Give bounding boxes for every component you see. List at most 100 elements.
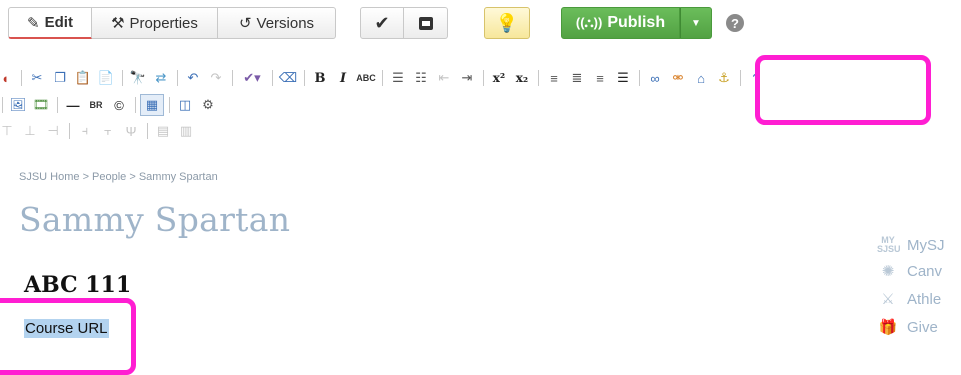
paste-word-icon[interactable]: 📄 xyxy=(95,68,117,88)
horizontal-rule-icon[interactable]: — xyxy=(62,95,84,115)
anchor-icon[interactable]: ⚓ xyxy=(713,68,735,88)
toolbar-separator xyxy=(639,70,640,86)
publish-label: Publish xyxy=(607,14,666,31)
lightbulb-icon: 💡 xyxy=(495,12,519,33)
course-url-highlight xyxy=(0,298,136,375)
bulleted-list-icon[interactable]: ☷ xyxy=(410,68,432,88)
numbered-list-icon[interactable]: ☰ xyxy=(387,68,409,88)
link-icon[interactable]: ∞ xyxy=(644,68,666,88)
toolbar-separator xyxy=(69,123,70,139)
toolbar-separator xyxy=(135,97,136,113)
toolbar-separator xyxy=(382,70,383,86)
table-split-icon[interactable]: ▥ xyxy=(175,121,197,141)
editor-toolbar-row-3: ⊤ ⊥ ⊣ ⫞ ⫟ Ψ ▤ ▥ xyxy=(0,120,198,142)
suggestion-button[interactable]: 💡 xyxy=(484,7,530,39)
insert-page-link-icon[interactable]: ⌂ xyxy=(690,68,712,88)
table-col-after-icon[interactable]: ⫟ xyxy=(97,121,119,141)
editor-toolbar-row-2: 🖼 🎞 — BR © ▦ ◫ ⚙ xyxy=(0,94,220,116)
redo-icon[interactable]: ↷ xyxy=(205,68,227,88)
versions-tab-button[interactable]: ↺ Versions xyxy=(218,7,336,39)
canvas-icon: ✺ xyxy=(881,263,895,280)
align-justify-icon[interactable]: ☰ xyxy=(612,68,634,88)
media-icon[interactable]: 🎞 xyxy=(30,95,52,115)
save-draft-button[interactable] xyxy=(404,7,448,39)
toolbar-separator xyxy=(304,70,305,86)
toolbar-separator xyxy=(122,70,123,86)
help-icon[interactable]: ? xyxy=(726,14,744,32)
find-icon[interactable]: 🔭 xyxy=(127,68,149,88)
history-icon: ↺ xyxy=(238,15,252,32)
side-link-athletics[interactable]: ⚔ Athle xyxy=(877,290,942,309)
template-icon[interactable]: ⚙ xyxy=(197,95,219,115)
align-right-icon[interactable]: ≡ xyxy=(589,68,611,88)
indent-icon[interactable]: ⇥ xyxy=(456,68,478,88)
toolbar-separator xyxy=(2,97,3,113)
edit-label: Edit xyxy=(44,14,73,31)
toolbar-separator xyxy=(232,70,233,86)
bold-icon[interactable]: B xyxy=(309,68,331,88)
tools-icon: ⚒ xyxy=(111,15,125,32)
table-row-after-icon[interactable]: ⊥ xyxy=(19,121,41,141)
help-glyph: ? xyxy=(731,15,739,31)
confirm-button[interactable]: ✔ xyxy=(360,7,404,39)
checkmark-icon: ✔ xyxy=(374,12,390,33)
copy-icon[interactable]: ❐ xyxy=(49,68,71,88)
pencil-icon: ✎ xyxy=(27,14,40,32)
paste-icon[interactable]: 📋 xyxy=(72,68,94,88)
properties-label: Properties xyxy=(129,14,198,32)
breadcrumb[interactable]: SJSU Home > People > Sammy Spartan xyxy=(19,171,218,183)
publish-button[interactable]: ((⛬)) Publish xyxy=(561,7,680,39)
table-row-before-icon[interactable]: ⊤ xyxy=(0,121,18,141)
editor-toolbar-row-1: ◖ ✂ ❐ 📋 📄 🔭 ⇄ ↶ ↷ ✔▾ ⌫ B I ABC ☰ ☷ ⇤ ⇥ x… xyxy=(0,67,768,89)
source-icon[interactable]: ◖ xyxy=(0,68,16,88)
publish-menu-toggle[interactable]: ▼ xyxy=(680,7,712,39)
table-delete-col-icon[interactable]: Ψ xyxy=(120,121,142,141)
properties-tab-button[interactable]: ⚒ Properties xyxy=(92,7,218,39)
toolbar-separator xyxy=(483,70,484,86)
gift-icon: 🎁 xyxy=(878,319,898,336)
page-title: Sammy Spartan xyxy=(19,200,291,239)
spellcheck-icon[interactable]: ✔▾ xyxy=(237,68,267,88)
link-tools-highlight xyxy=(755,55,931,125)
iframe-icon[interactable]: ◫ xyxy=(174,95,196,115)
unlink-icon[interactable]: ⚮ xyxy=(667,68,689,88)
toolbar-separator xyxy=(177,70,178,86)
spell-abc-icon[interactable]: ABC xyxy=(355,68,377,88)
replace-icon[interactable]: ⇄ xyxy=(150,68,172,88)
course-heading: ABC 111 xyxy=(24,272,132,298)
undo-icon[interactable]: ↶ xyxy=(182,68,204,88)
superscript-icon[interactable]: x² xyxy=(488,68,510,88)
edit-tab-button[interactable]: ✎ Edit xyxy=(8,7,92,39)
side-link-label: Athle xyxy=(907,290,942,308)
image-icon[interactable]: 🖼 xyxy=(7,95,29,115)
side-link-mysjsu[interactable]: MY SJSU MySJ xyxy=(877,236,945,254)
table-icon[interactable]: ▦ xyxy=(140,94,164,116)
broadcast-icon: ((⛬)) xyxy=(575,15,603,30)
toolbar-separator xyxy=(57,97,58,113)
mysjsu-icon: MY SJSU xyxy=(877,235,901,254)
remove-format-icon[interactable]: ⌫ xyxy=(277,68,299,88)
versions-label: Versions xyxy=(256,14,315,32)
toolbar-separator xyxy=(740,70,741,86)
table-merge-icon[interactable]: ▤ xyxy=(152,121,174,141)
outdent-icon[interactable]: ⇤ xyxy=(433,68,455,88)
side-link-label: Give xyxy=(907,318,938,336)
chevron-down-icon: ▼ xyxy=(691,17,701,29)
table-delete-row-icon[interactable]: ⊣ xyxy=(42,121,64,141)
italic-icon[interactable]: I xyxy=(332,68,354,88)
align-center-icon[interactable]: ≣ xyxy=(566,68,588,88)
align-left-icon[interactable]: ≡ xyxy=(543,68,565,88)
line-break-icon[interactable]: BR xyxy=(85,95,107,115)
athletics-icon: ⚔ xyxy=(881,291,895,308)
side-link-label: Canv xyxy=(907,262,943,280)
toolbar-separator xyxy=(272,70,273,86)
cut-icon[interactable]: ✂ xyxy=(26,68,48,88)
side-link-give[interactable]: 🎁 Give xyxy=(877,318,938,337)
side-link-label: MySJ xyxy=(907,236,945,254)
toolbar-separator xyxy=(169,97,170,113)
special-char-icon[interactable]: © xyxy=(108,95,130,115)
side-link-canvas[interactable]: ✺ Canv xyxy=(877,262,943,281)
table-col-before-icon[interactable]: ⫞ xyxy=(74,121,96,141)
save-draft-icon xyxy=(418,16,433,30)
subscript-icon[interactable]: x₂ xyxy=(511,68,533,88)
